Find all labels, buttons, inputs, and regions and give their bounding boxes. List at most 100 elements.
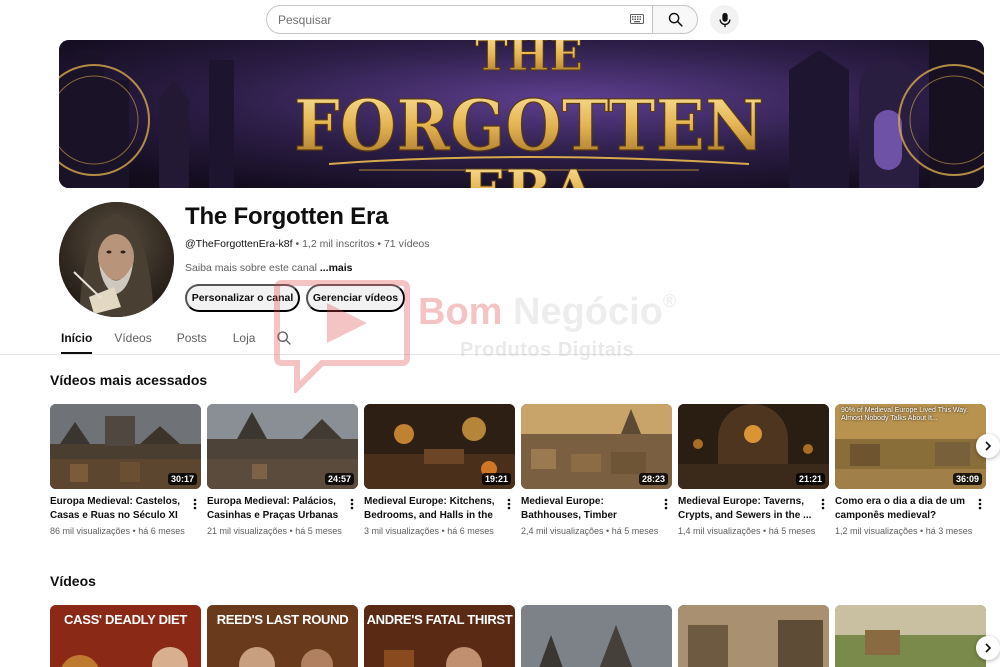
view-count: 1,4 mil visualizações: [678, 526, 761, 536]
video-age: há 3 meses: [925, 526, 973, 536]
watermark-brand-part1: Bom: [418, 291, 503, 333]
videos-next-button[interactable]: [976, 636, 1000, 660]
subscriber-count: 1,2 mil inscritos: [302, 238, 375, 250]
video-card[interactable]: 90% of Medieval Europe Lived This Way. A…: [835, 404, 986, 536]
more-options-icon[interactable]: [507, 498, 511, 510]
channel-handle: @TheForgottenEra-k8f: [185, 238, 293, 250]
video-thumbnail[interactable]: [678, 605, 829, 667]
chevron-right-icon: [985, 643, 992, 653]
channel-description[interactable]: Saiba mais sobre este canal ...mais: [185, 262, 353, 274]
more-options-icon[interactable]: [350, 498, 354, 510]
video-meta: 21 mil visualizações • há 5 meses: [207, 526, 342, 536]
video-count: 71 vídeos: [383, 238, 430, 250]
video-thumbnail[interactable]: 19:21: [364, 404, 515, 489]
video-card[interactable]: REED'S LAST ROUND: [207, 605, 358, 667]
video-card[interactable]: 24:57 Europa Medieval: Palácios, Casinha…: [207, 404, 358, 536]
video-thumbnail[interactable]: 90% of Medieval Europe Lived This Way. A…: [835, 404, 986, 489]
video-title[interactable]: Europa Medieval: Castelos, Casas e Ruas …: [50, 495, 186, 523]
video-card[interactable]: [835, 605, 986, 667]
video-thumbnail[interactable]: 21:21: [678, 404, 829, 489]
watermark-brand-part2: Negócio: [513, 291, 663, 333]
banner-artwork: THE FORGOTTEN ERA: [59, 40, 984, 188]
video-title[interactable]: Medieval Europe: Bathhouses, Timber Home…: [521, 495, 657, 523]
video-thumbnail[interactable]: CASS' DEADLY DIET: [50, 605, 201, 667]
search-input[interactable]: [266, 5, 652, 34]
video-thumbnail[interactable]: 30:17: [50, 404, 201, 489]
thumbnail-image: [678, 605, 829, 667]
video-thumbnail[interactable]: [835, 605, 986, 667]
video-age: há 6 meses: [447, 526, 494, 536]
video-card[interactable]: [521, 605, 672, 667]
video-meta: 2,4 mil visualizações • há 5 meses: [521, 526, 659, 536]
video-thumbnail[interactable]: 28:23: [521, 404, 672, 489]
video-thumbnail[interactable]: [521, 605, 672, 667]
banner-title-line2: FORGOTTEN: [294, 84, 764, 167]
video-duration: 19:21: [481, 473, 511, 485]
video-card[interactable]: [678, 605, 829, 667]
video-title[interactable]: Como era o dia a dia de um camponês medi…: [835, 495, 971, 523]
video-card[interactable]: CASS' DEADLY DIET: [50, 605, 201, 667]
tab-videos[interactable]: Vídeos: [103, 322, 162, 354]
customize-channel-button[interactable]: Personalizar o canal: [185, 284, 300, 312]
more-options-icon[interactable]: [978, 498, 982, 510]
more-options-icon[interactable]: [193, 498, 197, 510]
video-title[interactable]: Medieval Europe: Kitchens, Bedrooms, and…: [364, 495, 500, 523]
view-count: 21 mil visualizações: [207, 526, 288, 536]
popular-section-title: Vídeos mais acessados: [50, 372, 208, 388]
video-thumbnail[interactable]: ANDRE'S FATAL THIRST: [364, 605, 515, 667]
thumbnail-image: [835, 605, 986, 667]
view-count: 2,4 mil visualizações: [521, 526, 604, 536]
video-thumbnail[interactable]: 24:57: [207, 404, 358, 489]
thumbnail-banner-text: REED'S LAST ROUND: [216, 612, 349, 627]
tab-home[interactable]: Início: [50, 322, 103, 354]
videos-section-title: Vídeos: [50, 573, 96, 589]
search-button[interactable]: [652, 5, 698, 34]
popular-next-button[interactable]: [976, 434, 1000, 458]
view-count: 3 mil visualizações: [364, 526, 440, 536]
video-card[interactable]: 21:21 Medieval Europe: Taverns, Crypts, …: [678, 404, 829, 536]
video-card[interactable]: 28:23 Medieval Europe: Bathhouses, Timbe…: [521, 404, 672, 536]
video-age: há 6 meses: [138, 526, 185, 536]
thumbnail-image: [521, 605, 672, 667]
keyboard-icon[interactable]: [630, 13, 644, 25]
tab-store[interactable]: Loja: [218, 322, 267, 354]
video-meta: 86 mil visualizações • há 6 meses: [50, 526, 185, 536]
description-text: Saiba mais sobre este canal: [185, 262, 317, 274]
banner-title-line3: ERA: [463, 158, 597, 188]
video-card[interactable]: 19:21 Medieval Europe: Kitchens, Bedroom…: [364, 404, 515, 536]
video-age: há 5 meses: [611, 526, 659, 536]
voice-search-button[interactable]: [710, 5, 739, 34]
watermark-subtitle: Produtos Digitais: [460, 339, 635, 361]
video-card[interactable]: 30:17 Europa Medieval: Castelos, Casas e…: [50, 404, 201, 536]
more-link[interactable]: ...mais: [320, 262, 353, 274]
channel-tabs: Início Vídeos Posts Loja: [50, 322, 266, 354]
video-age: há 5 meses: [295, 526, 342, 536]
more-options-icon[interactable]: [664, 498, 668, 510]
channel-name: The Forgotten Era: [185, 203, 389, 230]
video-duration: 28:23: [638, 473, 668, 485]
thumbnail-banner-text: ANDRE'S FATAL THIRST: [366, 612, 513, 627]
videos-row: CASS' DEADLY DIET REED'S LAST ROUND ANDR…: [50, 605, 1000, 667]
manage-videos-button[interactable]: Gerenciar vídeos: [306, 284, 405, 312]
video-card[interactable]: ANDRE'S FATAL THIRST: [364, 605, 515, 667]
more-options-icon[interactable]: [821, 498, 825, 510]
popular-videos-row: 30:17 Europa Medieval: Castelos, Casas e…: [50, 404, 1000, 544]
channel-search-icon[interactable]: [276, 330, 292, 346]
tabs-divider: [0, 354, 1000, 355]
view-count: 1,2 mil visualizações: [835, 526, 918, 536]
tab-posts[interactable]: Posts: [163, 322, 218, 354]
thumbnail-banner-text: CASS' DEADLY DIET: [64, 612, 187, 627]
chevron-right-icon: [985, 441, 992, 451]
meta-separator: •: [377, 238, 382, 250]
video-title[interactable]: Medieval Europe: Taverns, Crypts, and Se…: [678, 495, 814, 523]
video-title[interactable]: Europa Medieval: Palácios, Casinhas e Pr…: [207, 495, 343, 523]
search-bar: [266, 5, 698, 34]
video-age: há 5 meses: [768, 526, 816, 536]
video-thumbnail[interactable]: REED'S LAST ROUND: [207, 605, 358, 667]
channel-avatar[interactable]: [59, 202, 174, 317]
thumbnail-caption: 90% of Medieval Europe Lived This Way. A…: [841, 407, 969, 422]
channel-meta: @TheForgottenEra-k8f • 1,2 mil inscritos…: [185, 238, 430, 250]
avatar-image: [59, 202, 174, 317]
microphone-icon: [718, 12, 731, 27]
search-icon: [668, 12, 683, 27]
